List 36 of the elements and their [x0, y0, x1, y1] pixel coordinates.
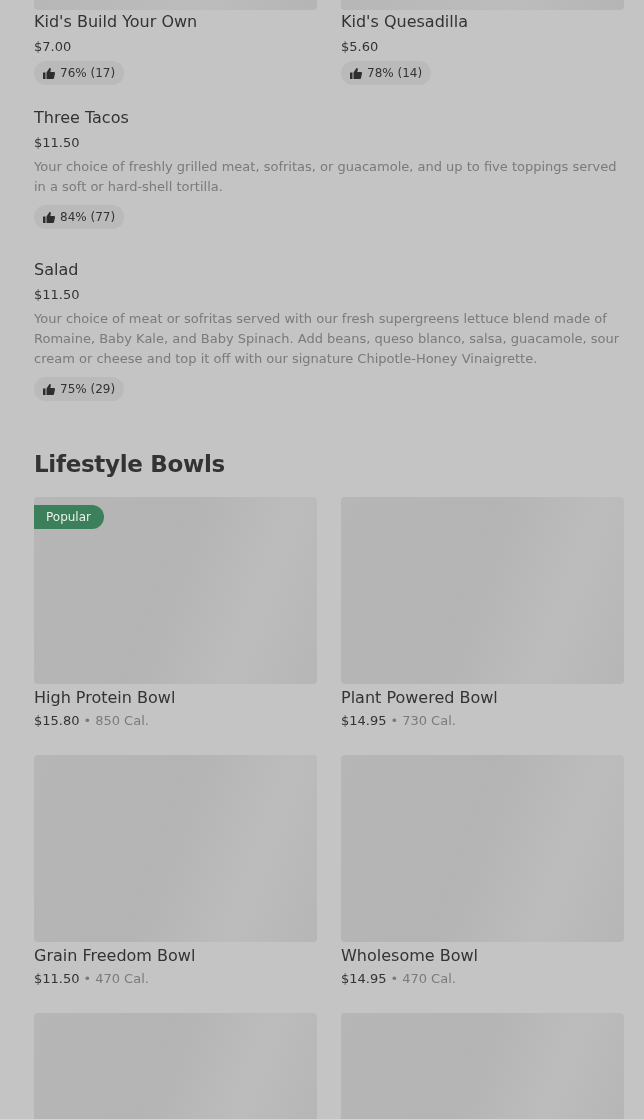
item-price: $15.80	[34, 713, 80, 728]
item-calories: 730 Cal.	[402, 713, 456, 728]
thumbs-up-icon	[43, 211, 55, 223]
item-name[interactable]: Plant Powered Bowl	[341, 687, 624, 709]
item-name[interactable]: Kid's Build Your Own	[34, 11, 317, 33]
item-name[interactable]: Three Tacos	[34, 107, 624, 129]
separator-dot: •	[83, 971, 92, 986]
item-calories: 470 Cal.	[95, 971, 149, 986]
item-name[interactable]: Grain Freedom Bowl	[34, 945, 317, 967]
rating-text: 75% (29)	[60, 382, 116, 396]
item-description: Your choice of meat or sofritas served with our fresh supergreens lettuce blend made of Romaine, Baby Kale, and Baby Spinach. Add beans, queso blanco, salsa, guacamole, sour cream or cheese and top it off with our signature Chipotle-Honey Vinaigrette.	[34, 310, 621, 368]
rating-text: 84% (77)	[60, 210, 116, 224]
item-name[interactable]: High Protein Bowl	[34, 687, 317, 709]
separator-dot: •	[390, 713, 399, 728]
item-price: $11.50	[34, 286, 81, 304]
separator-dot: •	[83, 713, 92, 728]
thumbs-up-icon	[350, 67, 362, 79]
item-price: $5.60	[341, 38, 380, 56]
item-name[interactable]: Kid's Quesadilla	[341, 11, 624, 33]
rating-text: 78% (14)	[367, 66, 423, 80]
item-price: $7.00	[34, 38, 73, 56]
item-price: $14.95	[341, 971, 387, 986]
rating-text: 76% (17)	[60, 66, 116, 80]
item-calories: 470 Cal.	[402, 971, 456, 986]
item-price: $11.50	[34, 971, 80, 986]
item-calories: 850 Cal.	[95, 713, 149, 728]
item-description: Your choice of freshly grilled meat, sofritas, or guacamole, and up to five toppings served in a soft or hard-shell tortilla.	[34, 158, 618, 196]
thumbs-up-icon	[43, 67, 55, 79]
item-price: $14.95	[341, 713, 387, 728]
separator-dot: •	[390, 971, 399, 986]
section-heading: Lifestyle Bowls	[34, 450, 226, 479]
item-name[interactable]: Wholesome Bowl	[341, 945, 624, 967]
thumbs-up-icon	[43, 383, 55, 395]
item-name[interactable]: Salad	[34, 259, 624, 281]
popular-badge: Popular	[34, 505, 104, 529]
item-price: $11.50	[34, 134, 81, 152]
